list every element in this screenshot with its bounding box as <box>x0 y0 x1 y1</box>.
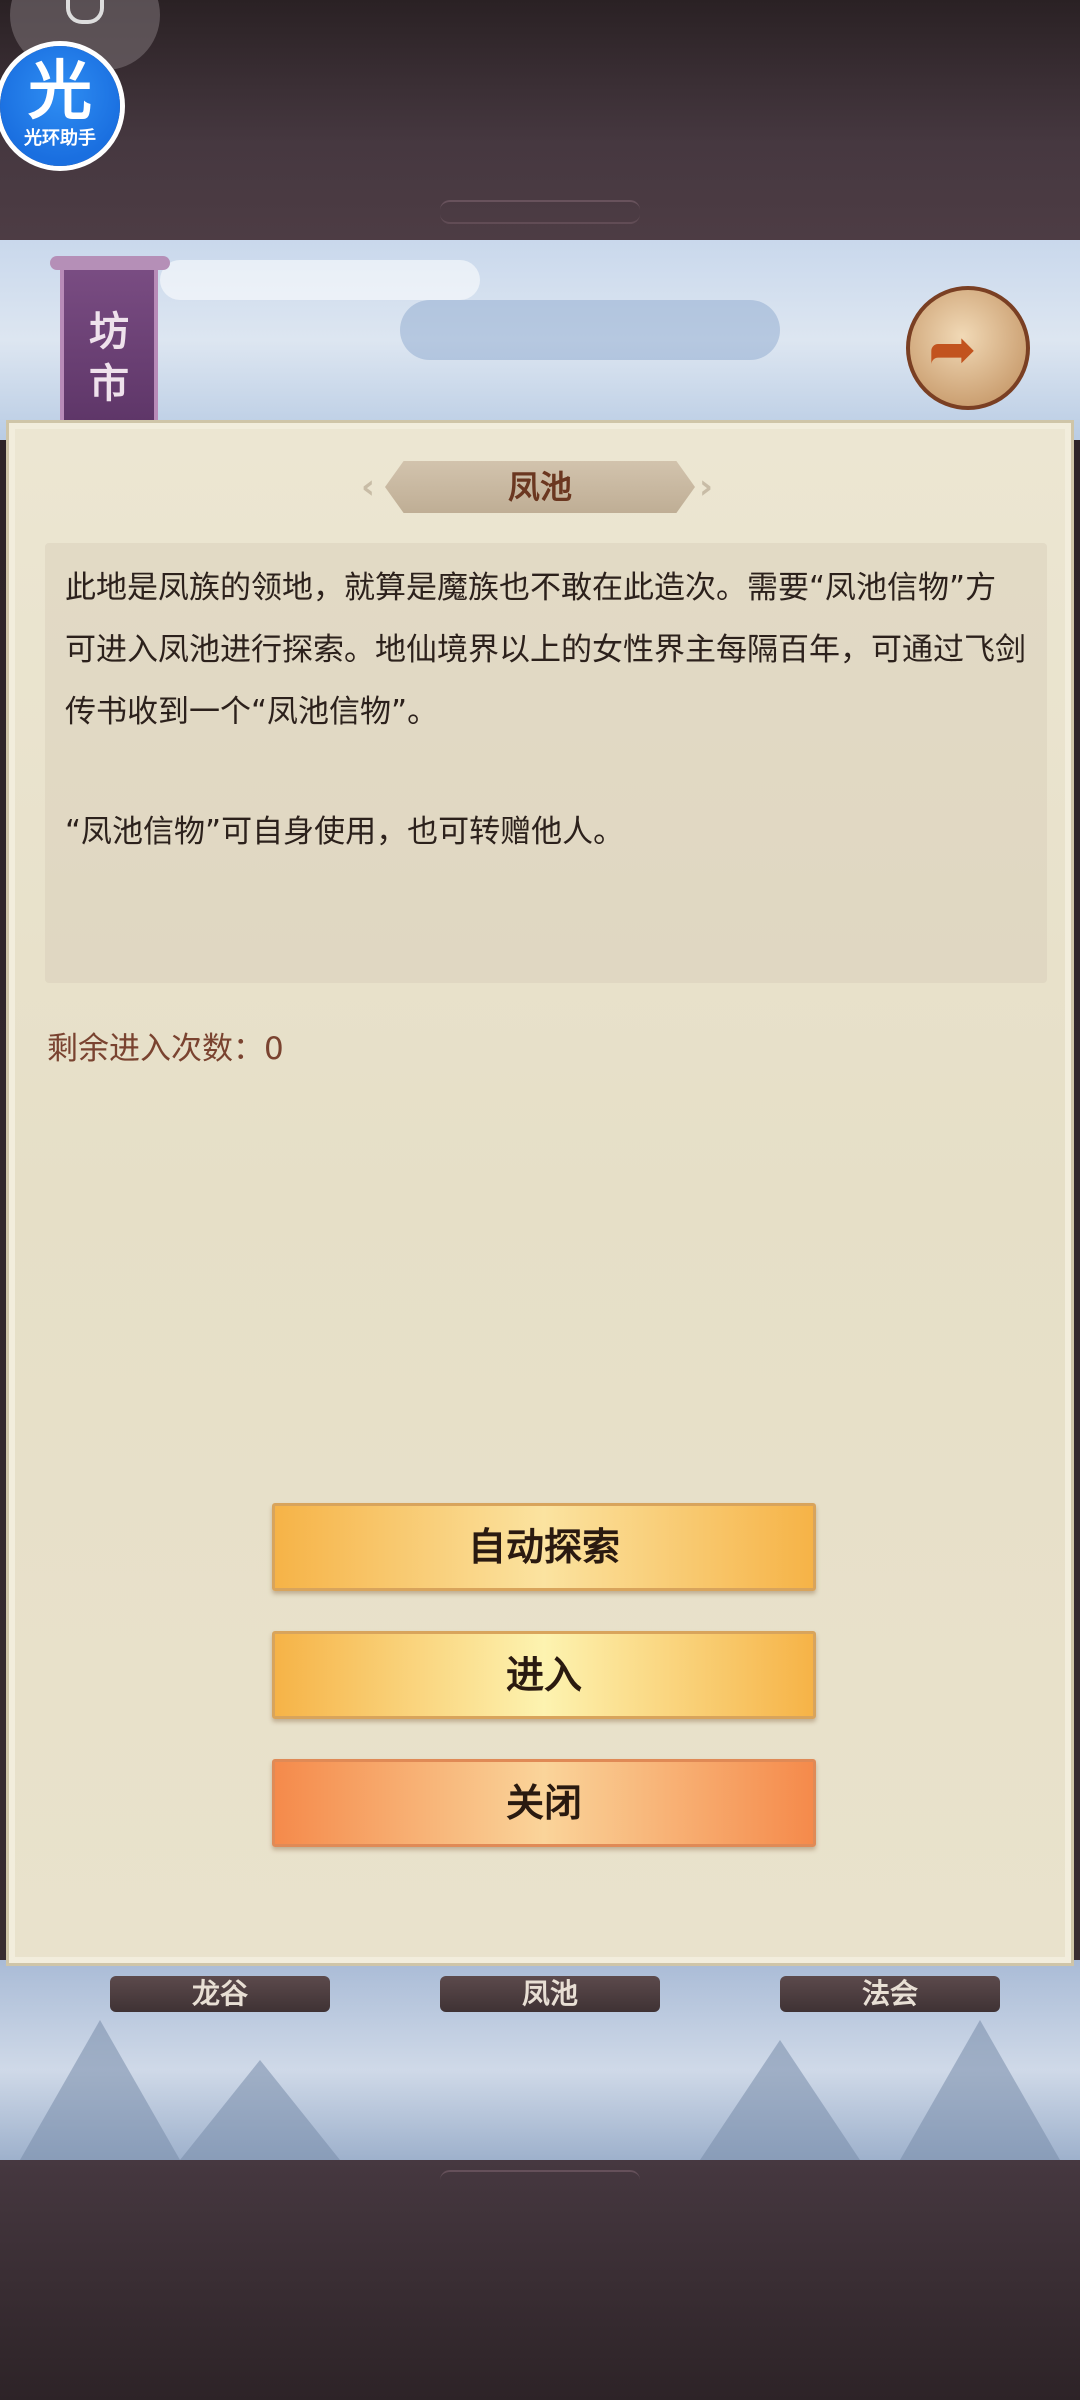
enter-button[interactable]: 进入 <box>272 1631 816 1719</box>
cloud <box>400 300 780 360</box>
banner-rod <box>50 256 170 270</box>
description-text-2: “凤池信物”可自身使用，也可转赠他人。 <box>65 814 625 850</box>
phoenix-pool-dialog: ‹ 凤池 › 此地是凤族的领地，就算是魔族也不敢在此造次。需要“凤池信物”方可进… <box>6 420 1074 1966</box>
description-box: 此地是凤族的领地，就算是魔族也不敢在此造次。需要“凤池信物”方可进入凤池进行探索… <box>45 543 1047 983</box>
mountain-shape <box>180 2060 340 2160</box>
app-badge-label: 光环助手 <box>24 128 96 149</box>
top-frame <box>0 0 1080 240</box>
description-text: 此地是凤族的领地，就算是魔族也不敢在此造次。需要“凤池信物”方可进入凤池进行探索… <box>65 570 1026 730</box>
remaining-entries: 剩余进入次数：0 <box>47 1031 284 1067</box>
dialog-title: 凤池 <box>385 461 695 513</box>
frame-ornament <box>440 2170 640 2192</box>
auto-explore-button[interactable]: 自动探索 <box>272 1503 816 1591</box>
bottom-frame <box>0 2160 1080 2400</box>
mountain-shape <box>700 2040 860 2160</box>
app-badge[interactable]: 光 光环助手 <box>0 46 120 166</box>
frame-ornament <box>440 200 640 224</box>
back-arrow-icon: ➦ <box>928 315 977 383</box>
mountain-shape <box>900 2020 1060 2160</box>
lightbulb-icon <box>66 0 104 24</box>
mountain-shape <box>20 2020 180 2160</box>
cloud <box>160 260 480 300</box>
close-button[interactable]: 关闭 <box>272 1759 816 1847</box>
app-badge-glyph: 光 <box>28 55 92 129</box>
tab-dragon-valley[interactable]: 龙谷 <box>110 1976 330 2012</box>
tab-phoenix-pool[interactable]: 凤池 <box>440 1976 660 2012</box>
title-right-chevron-icon: › <box>699 467 714 507</box>
title-left-chevron-icon: ‹ <box>361 467 376 507</box>
banner-text: 坊 市 <box>89 308 129 407</box>
back-button[interactable]: ➦ <box>906 286 1030 410</box>
tab-dharma-assembly[interactable]: 法会 <box>780 1976 1000 2012</box>
market-banner[interactable]: 坊 市 <box>50 256 170 432</box>
